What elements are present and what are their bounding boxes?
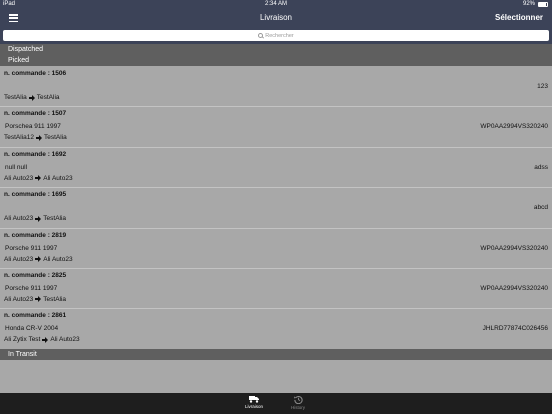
order-row[interactable]: n. commande : 2819 Porsche 911 1997 WP0AA2… xyxy=(0,228,552,269)
history-icon xyxy=(293,395,303,404)
route-destination: TestAlia xyxy=(43,215,67,223)
order-code: abcd xyxy=(533,204,548,212)
order-row[interactable]: n. commande : 1507 Porschea 911 1997 WP0AA… xyxy=(0,107,552,148)
tab-livraison[interactable]: Livraison xyxy=(236,395,272,409)
tab-history[interactable]: History xyxy=(280,395,316,410)
search-bar: Rechercher xyxy=(0,27,552,44)
tab-livraison-label: Livraison xyxy=(244,404,263,409)
truck-icon xyxy=(249,396,259,403)
route-origin: Ali Auto23 xyxy=(4,295,34,303)
order-route: Ali Zytix Test Ali Auto23 xyxy=(4,336,80,343)
arrow-right-icon xyxy=(36,134,42,141)
section-header-picked: Picked xyxy=(0,55,552,66)
order-vehicle: Porschea 911 1997 xyxy=(5,123,61,131)
orders-list: n. commande : 1506 123 TestAlia TestAlia n. … xyxy=(0,67,552,350)
order-route: Ali Auto23 Ali Auto23 xyxy=(4,256,73,263)
battery-status: 92% xyxy=(523,1,548,7)
order-row[interactable]: n. commande : 1692 null null adss Ali Auto2… xyxy=(0,147,552,189)
section-header-in-transit: In Transit xyxy=(0,349,552,360)
section-header-dispatched: Dispatched xyxy=(0,44,552,55)
order-number: n. commande : 2861 xyxy=(4,312,67,320)
route-origin: Ali Auto23 xyxy=(4,215,34,223)
order-number: n. commande : 1692 xyxy=(4,150,67,158)
battery-icon xyxy=(538,1,548,7)
route-destination: Ali Auto23 xyxy=(50,336,80,344)
order-row[interactable]: n. commande : 2825 Porsche 911 1997 WP0AA2… xyxy=(0,268,552,310)
order-code: adss xyxy=(534,163,548,171)
route-origin: Ali Auto23 xyxy=(4,255,34,263)
order-route: TestAlia TestAlia xyxy=(4,94,60,101)
route-destination: Ali Auto23 xyxy=(43,255,73,263)
arrow-right-icon xyxy=(35,256,42,263)
route-origin: Ali Zytix Test xyxy=(4,336,41,344)
tab-bar: Livraison History xyxy=(0,393,552,414)
order-route: TestAlia12 TestAlia xyxy=(4,134,67,141)
arrow-right-icon xyxy=(35,215,42,222)
status-time: 2:34 AM xyxy=(264,1,287,7)
tab-history-label: History xyxy=(290,405,305,410)
page-title: Livraison xyxy=(259,13,292,22)
order-vehicle: Porsche 911 1997 xyxy=(5,284,58,292)
order-number: n. commande : 1695 xyxy=(4,191,67,199)
order-route: Ali Auto23 TestAlia xyxy=(4,296,66,303)
order-vehicle: null null xyxy=(5,163,28,171)
order-code: 123 xyxy=(537,83,548,90)
search-input[interactable]: Rechercher xyxy=(3,30,549,41)
route-destination: TestAlia xyxy=(36,94,60,101)
arrow-right-icon xyxy=(42,336,49,343)
arrow-right-icon xyxy=(35,175,42,182)
order-code: JHLRD77874C026456 xyxy=(482,325,548,333)
order-code: WP0AA2994VS320240 xyxy=(480,284,548,292)
select-button[interactable]: Sélectionner xyxy=(495,13,543,22)
status-bar: iPad 2:34 AM 92% xyxy=(0,0,552,10)
route-destination: Ali Auto23 xyxy=(43,174,73,182)
order-row[interactable]: n. commande : 2861 Honda CR-V 2004 JHLRD77… xyxy=(0,309,552,350)
battery-percent: 92% xyxy=(522,1,535,7)
search-icon xyxy=(258,33,264,38)
order-vehicle: Honda CR-V 2004 xyxy=(5,325,59,333)
order-number: n. commande : 2819 xyxy=(4,231,67,239)
order-route: Ali Auto23 Ali Auto23 xyxy=(4,175,73,182)
order-number: n. commande : 1507 xyxy=(4,110,67,118)
order-code: WP0AA2994VS320240 xyxy=(480,244,548,252)
nav-bar: Livraison Sélectionner xyxy=(0,10,552,27)
search-placeholder: Rechercher xyxy=(265,32,294,39)
order-row[interactable]: n. commande : 1695 abcd Ali Auto23 TestAlia xyxy=(0,188,552,229)
route-destination: TestAlia xyxy=(44,134,67,142)
order-number: n. commande : 2825 xyxy=(4,271,67,279)
route-origin: Ali Auto23 xyxy=(4,174,34,182)
order-vehicle: Porsche 911 1997 xyxy=(5,244,58,252)
order-route: Ali Auto23 TestAlia xyxy=(4,215,66,222)
order-code: WP0AA2994VS320240 xyxy=(480,123,548,131)
arrow-right-icon xyxy=(35,296,42,303)
route-destination: TestAlia xyxy=(43,295,67,303)
route-origin: TestAlia xyxy=(4,94,27,101)
route-origin: TestAlia12 xyxy=(4,134,34,142)
order-row[interactable]: n. commande : 1506 123 TestAlia TestAlia xyxy=(0,67,552,108)
order-number: n. commande : 1506 xyxy=(4,70,67,77)
arrow-right-icon xyxy=(28,94,35,101)
